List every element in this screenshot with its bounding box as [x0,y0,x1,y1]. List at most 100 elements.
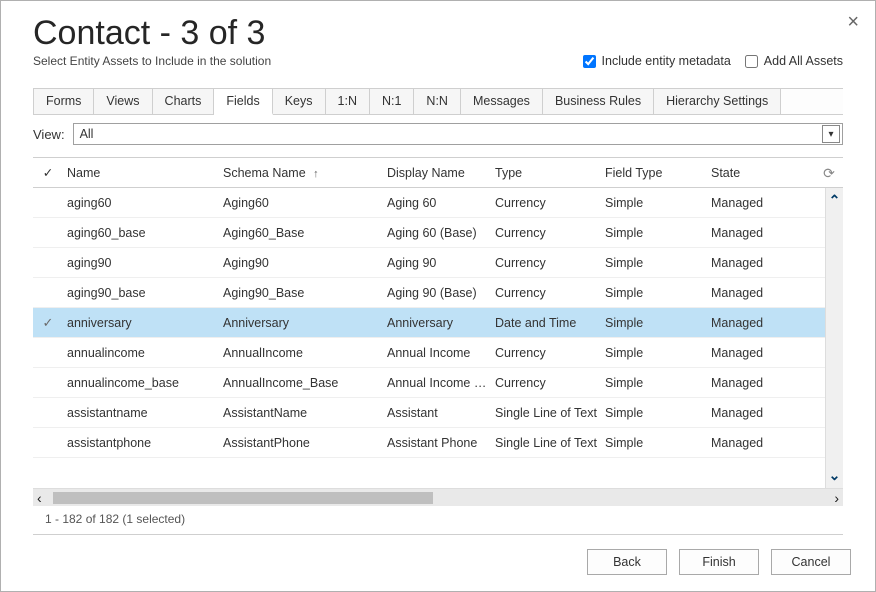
cell-state: Managed [707,286,817,300]
finish-button[interactable]: Finish [679,549,759,575]
back-button[interactable]: Back [587,549,667,575]
cell-type: Date and Time [491,316,601,330]
scroll-right-icon[interactable]: › [834,490,839,506]
cell-name: anniversary [63,316,219,330]
cell-field-type: Simple [601,436,707,450]
tab-n-n[interactable]: N:N [414,89,461,114]
cell-state: Managed [707,226,817,240]
grid-header: ✓ Name Schema Name ↑ Display Name Type F… [33,158,843,188]
col-field-type[interactable]: Field Type [601,166,707,180]
refresh-icon[interactable]: ⟳ [821,165,837,181]
cell-name: annualincome_base [63,376,219,390]
col-name[interactable]: Name [63,166,219,180]
cell-field-type: Simple [601,226,707,240]
view-row: View: All ▾ [33,123,843,145]
tab-forms[interactable]: Forms [33,89,94,114]
cell-type: Currency [491,286,601,300]
add-all-assets-input[interactable] [745,55,758,68]
cell-name: aging90_base [63,286,219,300]
cell-display: Aging 60 (Base) [383,226,491,240]
select-all-checkbox[interactable]: ✓ [33,165,63,180]
dialog-header: Contact - 3 of 3 Select Entity Assets to… [1,1,875,74]
table-row[interactable]: annualincomeAnnualIncomeAnnual IncomeCur… [33,338,825,368]
grid-rows: aging60Aging60Aging 60CurrencySimpleMana… [33,188,825,488]
cell-state: Managed [707,406,817,420]
header-options: Include entity metadata Add All Assets [583,54,843,68]
cell-display: Annual Income (… [383,376,491,390]
tab-charts[interactable]: Charts [153,89,215,114]
table-row[interactable]: aging60_baseAging60_BaseAging 60 (Base)C… [33,218,825,248]
sort-asc-icon: ↑ [313,168,319,180]
view-select[interactable]: All ▾ [73,123,843,145]
tab-messages[interactable]: Messages [461,89,543,114]
cell-schema: AnnualIncome [219,346,383,360]
include-metadata-input[interactable] [583,55,596,68]
cell-schema: Anniversary [219,316,383,330]
cell-display: Annual Income [383,346,491,360]
grid-body: aging60Aging60Aging 60CurrencySimpleMana… [33,188,843,488]
tab-keys[interactable]: Keys [273,89,326,114]
view-label: View: [33,127,65,142]
cell-name: assistantname [63,406,219,420]
close-icon[interactable]: × [847,11,859,34]
cell-display: Aging 90 [383,256,491,270]
include-metadata-label: Include entity metadata [602,54,731,68]
cell-state: Managed [707,376,817,390]
table-row[interactable]: assistantnameAssistantNameAssistantSingl… [33,398,825,428]
cancel-button[interactable]: Cancel [771,549,851,575]
include-metadata-checkbox[interactable]: Include entity metadata [583,54,731,68]
cell-display: Assistant Phone [383,436,491,450]
cell-display: Aging 90 (Base) [383,286,491,300]
cell-state: Managed [707,346,817,360]
vertical-scrollbar[interactable]: ⌃ ⌄ [825,188,843,488]
scroll-up-icon[interactable]: ⌃ [829,192,841,209]
page-title: Contact - 3 of 3 [33,15,843,52]
table-row[interactable]: aging90Aging90Aging 90CurrencySimpleMana… [33,248,825,278]
cell-field-type: Simple [601,346,707,360]
cell-display: Assistant [383,406,491,420]
hscroll-thumb[interactable] [53,492,433,504]
add-all-assets-checkbox[interactable]: Add All Assets [745,54,843,68]
tab-views[interactable]: Views [94,89,152,114]
tab-business-rules[interactable]: Business Rules [543,89,654,114]
table-row[interactable]: assistantphoneAssistantPhoneAssistant Ph… [33,428,825,458]
scroll-down-icon[interactable]: ⌄ [829,467,841,484]
horizontal-scrollbar[interactable]: ‹ › [33,488,843,506]
cell-field-type: Simple [601,286,707,300]
cell-state: Managed [707,316,817,330]
dialog: × Contact - 3 of 3 Select Entity Assets … [0,0,876,592]
cell-field-type: Simple [601,196,707,210]
fields-grid: ✓ Name Schema Name ↑ Display Name Type F… [33,157,843,506]
tab-1-n[interactable]: 1:N [326,89,370,114]
cell-type: Single Line of Text [491,406,601,420]
chevron-down-icon[interactable]: ▾ [822,125,840,143]
row-check[interactable]: ✓ [33,315,63,331]
cell-schema: AnnualIncome_Base [219,376,383,390]
cell-name: aging60 [63,196,219,210]
dialog-footer: Back Finish Cancel [1,535,875,591]
table-row[interactable]: aging90_baseAging90_BaseAging 90 (Base)C… [33,278,825,308]
add-all-assets-label: Add All Assets [764,54,843,68]
scroll-left-icon[interactable]: ‹ [37,490,42,506]
table-row[interactable]: ✓anniversaryAnniversaryAnniversaryDate a… [33,308,825,338]
cell-name: annualincome [63,346,219,360]
table-row[interactable]: aging60Aging60Aging 60CurrencySimpleMana… [33,188,825,218]
tab-fields[interactable]: Fields [214,89,272,115]
col-type[interactable]: Type [491,166,601,180]
cell-type: Currency [491,226,601,240]
page-subtitle: Select Entity Assets to Include in the s… [33,54,271,68]
cell-type: Currency [491,256,601,270]
col-display[interactable]: Display Name [383,166,491,180]
cell-type: Currency [491,346,601,360]
cell-schema: Aging90_Base [219,286,383,300]
cell-type: Currency [491,376,601,390]
cell-type: Single Line of Text [491,436,601,450]
tab-hierarchy-settings[interactable]: Hierarchy Settings [654,89,781,114]
tab-n-1[interactable]: N:1 [370,89,414,114]
cell-state: Managed [707,196,817,210]
col-state[interactable]: State [707,166,817,180]
status-bar: 1 - 182 of 182 (1 selected) [33,512,843,535]
table-row[interactable]: annualincome_baseAnnualIncome_BaseAnnual… [33,368,825,398]
cell-state: Managed [707,256,817,270]
col-schema[interactable]: Schema Name ↑ [219,166,383,180]
